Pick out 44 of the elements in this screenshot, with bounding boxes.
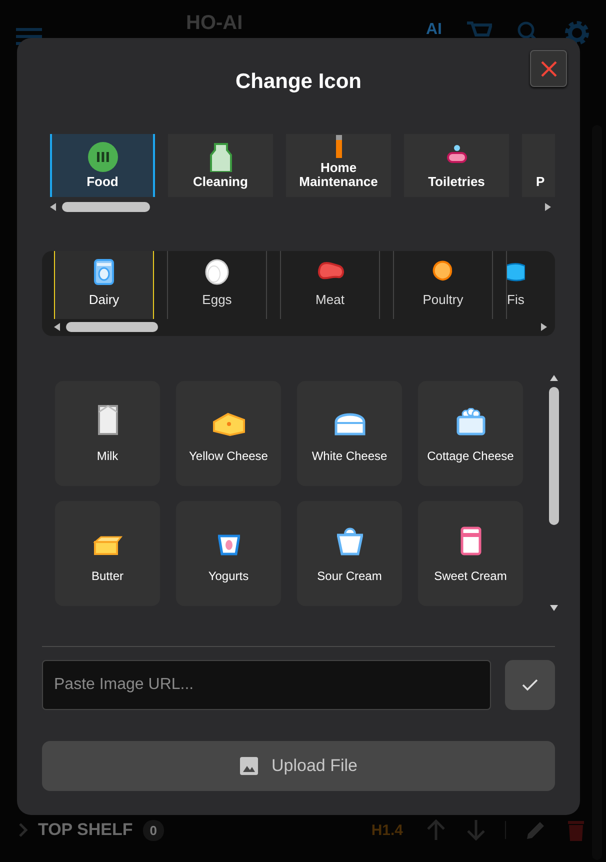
category-tab[interactable]: Food xyxy=(50,134,155,197)
icon-option[interactable]: Cottage Cheese xyxy=(418,381,523,486)
cream-tub-icon xyxy=(336,526,362,556)
cream-carton-icon xyxy=(460,526,482,556)
shelf-title: TOP SHELF xyxy=(38,820,133,840)
cottage-tub-icon xyxy=(456,408,486,436)
trash-icon[interactable] xyxy=(566,818,586,842)
url-field[interactable]: Paste Image URL... xyxy=(42,660,491,710)
egg-icon xyxy=(203,258,231,286)
subcategory-tab[interactable]: Meat xyxy=(280,251,380,319)
icon-option[interactable]: Yellow Cheese xyxy=(176,381,281,486)
carton-icon xyxy=(96,404,118,436)
subcategory-tab[interactable]: Fis xyxy=(506,251,555,319)
image-icon xyxy=(240,757,258,775)
icon-option[interactable]: Butter xyxy=(55,501,160,606)
subcategory-tab[interactable]: Poultry xyxy=(393,251,493,319)
icon-option[interactable]: Sweet Cream xyxy=(418,501,523,606)
close-icon xyxy=(540,60,558,78)
confirm-button[interactable] xyxy=(505,660,555,710)
subcategory-tab[interactable]: Dairy xyxy=(54,251,154,319)
chevron-icon[interactable] xyxy=(18,822,28,838)
count-badge: 0 xyxy=(142,820,164,840)
down-arrow-icon[interactable] xyxy=(465,818,487,842)
icon-option[interactable]: Yogurts xyxy=(176,501,281,606)
upload-button[interactable]: Upload File xyxy=(42,741,555,791)
icon-option[interactable]: Sour Cream xyxy=(297,501,402,606)
category-tab[interactable]: Toiletries xyxy=(404,134,509,197)
shelf-code: H1.4 xyxy=(371,822,403,838)
icon-option[interactable]: Milk xyxy=(55,381,160,486)
icon-option[interactable]: White Cheese xyxy=(297,381,402,486)
butter-icon xyxy=(92,534,122,556)
cheese-tub-icon xyxy=(334,412,366,436)
category-tab[interactable]: P xyxy=(522,134,555,197)
cheese-icon xyxy=(212,412,246,436)
subcategory-tab[interactable]: Eggs xyxy=(167,251,267,319)
yogurt-icon xyxy=(218,534,240,556)
vertical-scrollbar[interactable] xyxy=(548,373,560,613)
dialog-title: Change Icon xyxy=(235,70,362,94)
check-icon xyxy=(522,679,538,691)
settings-icon[interactable] xyxy=(564,20,590,46)
category-tab[interactable]: Home Maintenance xyxy=(286,134,391,197)
up-arrow-icon[interactable] xyxy=(425,818,447,842)
close-button[interactable] xyxy=(530,50,567,87)
category-tab[interactable]: Cleaning xyxy=(168,134,273,197)
